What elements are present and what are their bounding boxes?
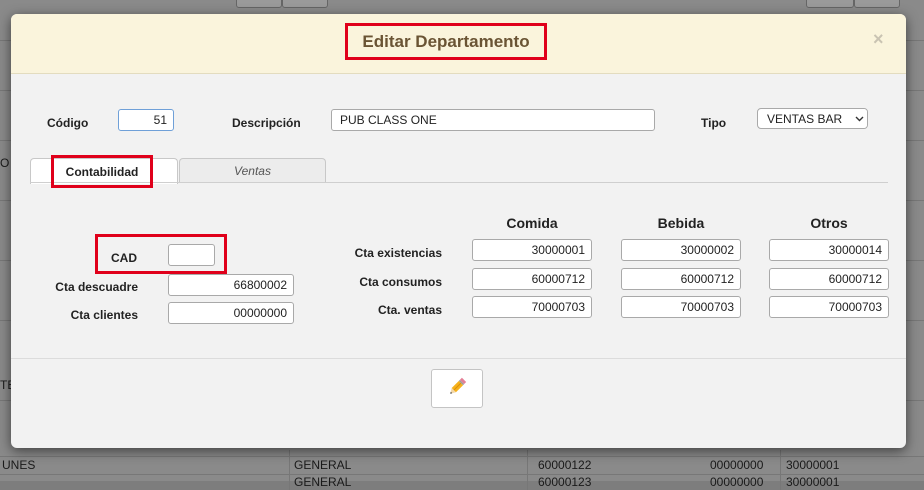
bg-cell-text: 00000000 bbox=[710, 475, 764, 489]
bg-col-line bbox=[780, 450, 781, 490]
close-icon[interactable]: × bbox=[873, 30, 884, 48]
bg-cell-text: 30000001 bbox=[786, 475, 840, 489]
cta-consumos-otros-input[interactable] bbox=[769, 268, 889, 290]
title-highlight-box: Editar Departamento bbox=[345, 23, 547, 60]
cad-label: CAD bbox=[111, 251, 137, 265]
tab-contabilidad-highlight: Contabilidad bbox=[51, 155, 153, 188]
edit-department-modal: Editar Departamento × Código Descripción… bbox=[11, 14, 906, 448]
tipo-label: Tipo bbox=[701, 116, 727, 130]
cta-ventas-bebida-input[interactable] bbox=[621, 296, 741, 318]
bg-cell-text: 60000123 bbox=[538, 475, 592, 489]
bg-cell-text: 30000001 bbox=[786, 458, 840, 472]
tab-underline bbox=[30, 182, 888, 183]
bg-toolbar-button bbox=[282, 0, 328, 8]
tab-contabilidad-label: Contabilidad bbox=[65, 164, 139, 179]
descripcion-label: Descripción bbox=[232, 116, 301, 130]
column-header-otros: Otros bbox=[810, 215, 848, 231]
cta-ventas-label: Cta. ventas bbox=[377, 303, 442, 317]
tab-ventas[interactable]: Ventas bbox=[179, 158, 326, 183]
chevron-down-icon bbox=[851, 109, 867, 128]
cta-consumos-label: Cta consumos bbox=[359, 275, 442, 289]
edit-button[interactable] bbox=[431, 369, 483, 408]
bg-toolbar-button bbox=[806, 0, 854, 8]
codigo-label: Código bbox=[47, 116, 89, 130]
cta-ventas-otros-input[interactable] bbox=[769, 296, 889, 318]
bg-cell-text: GENERAL bbox=[294, 475, 352, 489]
bg-cell-text: 00000000 bbox=[710, 458, 764, 472]
cta-clientes-input[interactable] bbox=[168, 302, 294, 324]
descripcion-input[interactable] bbox=[331, 109, 655, 131]
bg-cell-text: UNES bbox=[2, 458, 36, 472]
cta-consumos-comida-input[interactable] bbox=[472, 268, 592, 290]
column-header-bebida: Bebida bbox=[657, 215, 705, 231]
cta-descuadre-label: Cta descuadre bbox=[55, 280, 138, 294]
codigo-input[interactable] bbox=[118, 109, 174, 131]
bg-cell-text: GENERAL bbox=[294, 458, 352, 472]
cta-existencias-comida-input[interactable] bbox=[472, 239, 592, 261]
tipo-select[interactable]: VENTAS BAR bbox=[757, 108, 868, 129]
cta-ventas-comida-input[interactable] bbox=[472, 296, 592, 318]
cta-existencias-bebida-input[interactable] bbox=[621, 239, 741, 261]
cta-consumos-bebida-input[interactable] bbox=[621, 268, 741, 290]
cad-input[interactable] bbox=[168, 244, 215, 266]
bg-cell-text: O bbox=[0, 156, 10, 170]
footer-separator bbox=[11, 358, 906, 359]
modal-title: Editar Departamento bbox=[362, 31, 530, 51]
cta-descuadre-input[interactable] bbox=[168, 274, 294, 296]
modal-header: Editar Departamento × bbox=[11, 14, 906, 74]
tab-ventas-label: Ventas bbox=[234, 164, 271, 178]
bg-row-line bbox=[0, 456, 924, 457]
bg-col-line bbox=[289, 450, 290, 490]
bg-cell-text: 60000122 bbox=[538, 458, 592, 472]
bg-toolbar-button bbox=[854, 0, 900, 8]
cta-clientes-label: Cta clientes bbox=[70, 308, 138, 322]
cta-existencias-otros-input[interactable] bbox=[769, 239, 889, 261]
bg-col-line bbox=[527, 450, 528, 490]
tipo-select-value: VENTAS BAR bbox=[767, 112, 843, 126]
column-header-comida: Comida bbox=[506, 215, 558, 231]
bg-toolbar-button bbox=[236, 0, 282, 8]
pencil-icon bbox=[446, 376, 468, 401]
cta-existencias-label: Cta existencias bbox=[354, 246, 442, 260]
